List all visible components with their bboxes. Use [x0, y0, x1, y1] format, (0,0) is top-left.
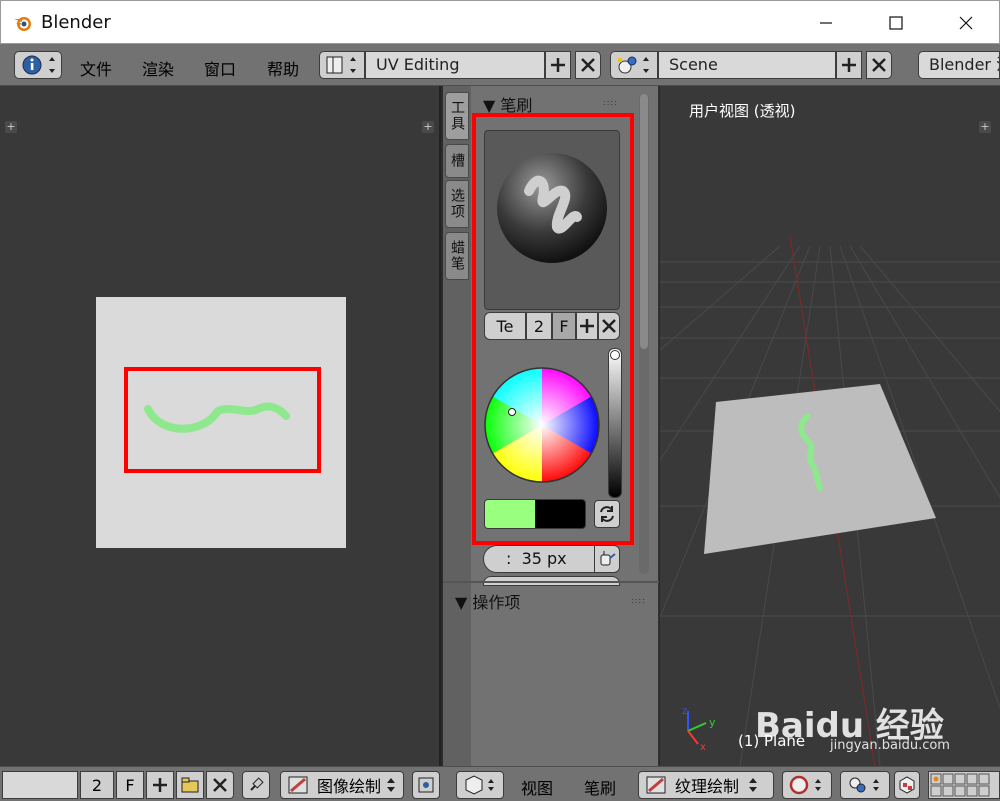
bottom-header: 2 F 图像绘制 视图 笔刷 纹理绘制 [0, 766, 1000, 801]
image-name-field[interactable] [2, 771, 78, 799]
minimize-icon [820, 22, 832, 24]
unlink-image-button[interactable] [206, 771, 234, 799]
image-mode-selector[interactable]: 图像绘制 [280, 771, 404, 799]
plus-icon [153, 778, 167, 792]
view-target-icon [418, 777, 434, 793]
brush-radius-field[interactable]: : 35 px [483, 545, 603, 573]
stroke-highlight-box [124, 367, 321, 473]
close-icon [959, 16, 973, 30]
dropdown-arrows-icon [749, 778, 758, 792]
menu-view[interactable]: 视图 [521, 775, 553, 799]
tab-tools[interactable]: 工具 [445, 92, 469, 140]
plus-icon [551, 58, 565, 72]
3d-viewport[interactable]: z y x 用户视图 (透视) + (1) Plane Baidu 经验 jin… [660, 86, 1000, 766]
radius-pressure-toggle[interactable] [594, 545, 620, 573]
delete-scene-button[interactable] [866, 51, 892, 79]
maximize-button[interactable] [866, 1, 926, 45]
checker-cube-icon [899, 776, 915, 794]
x-icon [581, 58, 595, 72]
area-split-icon[interactable]: + [979, 121, 991, 133]
layer-buttons[interactable] [928, 771, 1000, 799]
svg-text:x: x [700, 742, 706, 753]
axis-gizmo-icon: z y x [682, 706, 716, 753]
image-fake-user[interactable]: F [116, 771, 144, 799]
tool-shelf-tabs: 工具 槽 选项 蜡笔 [443, 86, 471, 766]
view-lock-button[interactable] [412, 771, 440, 799]
pressure-hand-icon [600, 551, 616, 566]
viewport-grid: z y x [660, 235, 1000, 766]
paint-mode-icon [288, 776, 308, 794]
interaction-mode-selector[interactable]: 纹理绘制 [638, 771, 774, 799]
watermark-url: jingyan.baidu.com [830, 738, 950, 753]
scene-name[interactable]: Scene [658, 51, 836, 79]
screen-layout-name[interactable]: UV Editing [365, 51, 545, 79]
panel-divider [443, 581, 659, 583]
tab-slots[interactable]: 槽 [445, 144, 469, 178]
x-icon [213, 778, 227, 792]
screen-layout-selector[interactable] [319, 51, 365, 79]
open-image-button[interactable] [176, 771, 204, 799]
plus-icon [842, 58, 856, 72]
tab-grease-pencil[interactable]: 蜡笔 [445, 232, 469, 280]
scene-selector[interactable] [610, 51, 658, 79]
window-titlebar: Blender [0, 0, 1000, 44]
cube-icon [465, 775, 494, 795]
area-split-icon[interactable]: + [5, 121, 17, 133]
brush-radius-value: 35 px [521, 549, 567, 568]
info-icon [22, 55, 55, 75]
add-scene-button[interactable] [836, 51, 862, 79]
area-split-icon[interactable]: + [422, 121, 434, 133]
add-layout-button[interactable] [545, 51, 571, 79]
panel-grip-icon[interactable]: :::: [603, 98, 618, 107]
3d-editor-type-selector[interactable] [456, 771, 504, 799]
pivot-point-selector[interactable] [840, 771, 890, 799]
scrollbar-thumb[interactable] [640, 94, 648, 349]
tab-options[interactable]: 选项 [445, 180, 469, 228]
menu-window[interactable]: 窗口 [204, 56, 236, 80]
render-engine-selector[interactable]: Blender 渲 [918, 51, 1000, 79]
operator-panel-header[interactable]: ▼ 操作项 [455, 589, 520, 613]
new-image-button[interactable] [146, 771, 174, 799]
delete-layout-button[interactable] [575, 51, 601, 79]
layer-grid [930, 773, 990, 797]
menu-help[interactable]: 帮助 [267, 56, 299, 80]
info-header: 文件 渲染 窗口 帮助 UV Editing Scene Blender 渲 [0, 44, 1000, 86]
window-title: Blender [41, 12, 111, 33]
layout-icon [326, 56, 356, 74]
pin-icon [250, 777, 264, 791]
x-icon [872, 58, 886, 72]
scene-icon [618, 56, 649, 74]
maximize-icon [889, 16, 903, 30]
svg-text:z: z [682, 706, 687, 717]
shading-sphere-icon [789, 775, 821, 795]
viewport-shading-selector[interactable] [782, 771, 832, 799]
folder-icon [181, 777, 199, 793]
menu-brush[interactable]: 笔刷 [584, 775, 616, 799]
blender-logo-icon [14, 17, 31, 31]
image-editor[interactable]: + + [0, 86, 441, 766]
menu-render[interactable]: 渲染 [142, 56, 174, 80]
close-button[interactable] [936, 1, 996, 45]
texture-mask-toggle[interactable] [894, 771, 920, 799]
texture-paint-icon [646, 776, 666, 794]
menu-file[interactable]: 文件 [80, 56, 112, 80]
editor-type-selector[interactable] [14, 51, 62, 79]
tool-shelf-scrollbar[interactable] [639, 94, 649, 574]
minimize-button[interactable] [796, 1, 856, 45]
svg-text:y: y [709, 716, 716, 729]
pin-button[interactable] [242, 771, 270, 799]
view-name-label: 用户视图 (透视) [689, 102, 796, 120]
image-users[interactable]: 2 [80, 771, 114, 799]
brush-panel-highlight-box [472, 113, 634, 545]
dropdown-arrows-icon [387, 778, 396, 792]
panel-grip-icon[interactable]: :::: [631, 596, 646, 605]
pivot-icon [849, 777, 879, 793]
